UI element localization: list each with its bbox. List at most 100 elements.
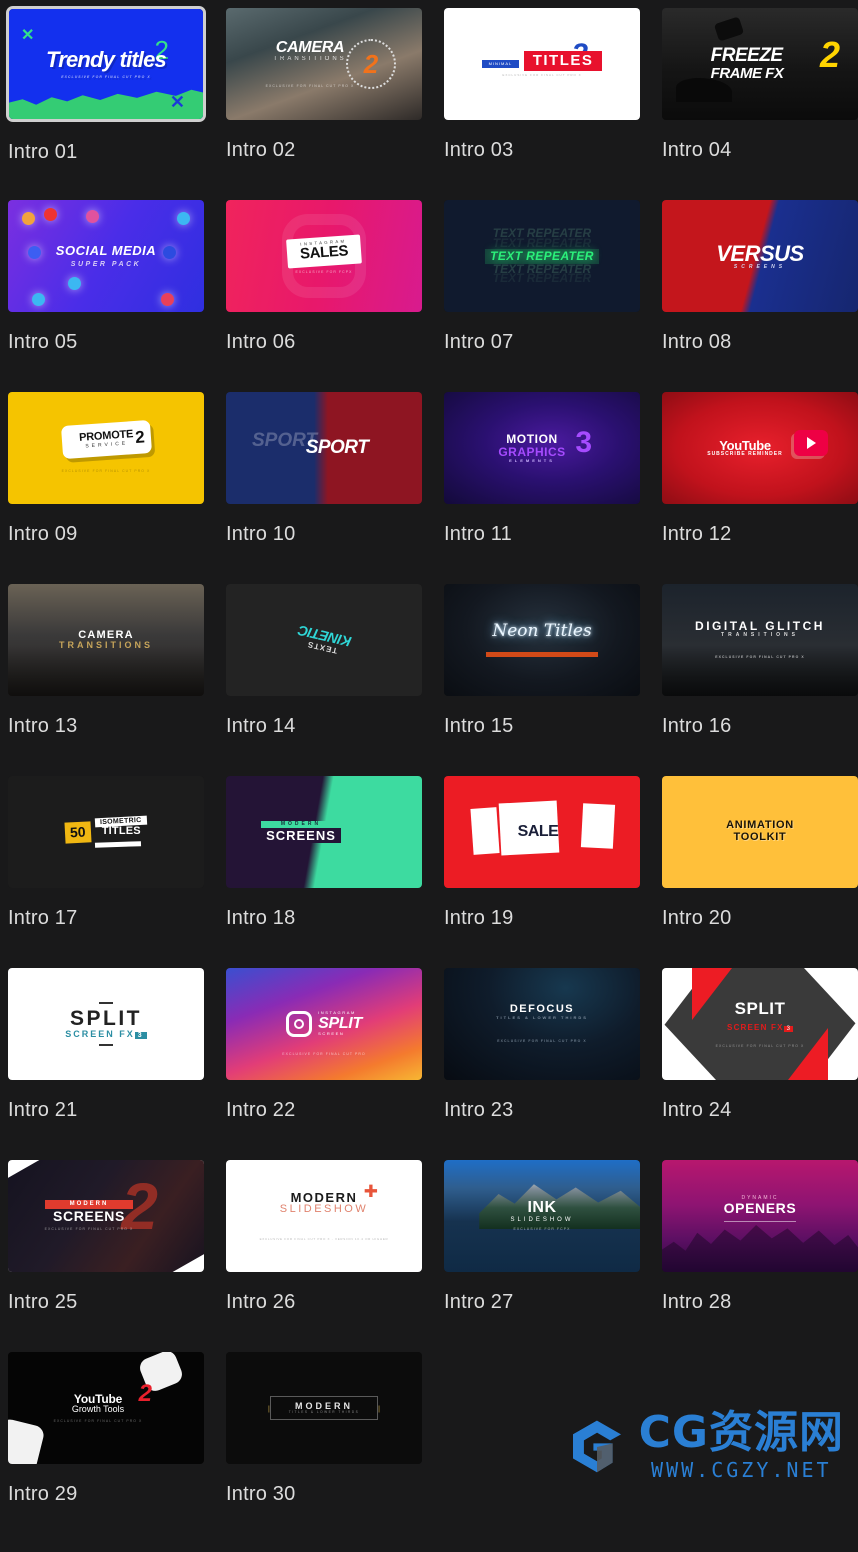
social-bubbles-icon (163, 246, 176, 259)
grid-item-intro-14[interactable]: TEXTS KINETIC Intro 14 (226, 584, 444, 776)
item-label: Intro 02 (226, 139, 296, 161)
thumbnail-intro-26[interactable]: MODERN SLIDESHOW EXCLUSIVE FOR FINAL CUT… (226, 1160, 422, 1272)
item-label: Intro 06 (226, 331, 296, 353)
thumbnail-intro-11[interactable]: MOTION GRAPHICS ELEMENTS 3 (444, 392, 640, 504)
thumbnail-intro-12[interactable]: YouTube SUBSCRIBE REMINDER (662, 392, 858, 504)
item-label: Intro 23 (444, 1099, 514, 1121)
thumb-number: 2 (363, 48, 379, 79)
grid-item-intro-11[interactable]: MOTION GRAPHICS ELEMENTS 3 Intro 11 (444, 392, 662, 584)
grid-item-intro-29[interactable]: YouTube Growth Tools EXCLUSIVE FOR FINAL… (8, 1352, 226, 1544)
thumb-title: SPLIT (734, 998, 786, 1018)
thumbnail-intro-06[interactable]: INSTAGRAM SALES EXCLUSIVE FOR FCPX (226, 200, 422, 312)
grid-item-intro-13[interactable]: CAMERA TRANSITIONS Intro 13 (8, 584, 226, 776)
grid-item-intro-28[interactable]: DYNAMIC OPENERS Intro 28 (662, 1160, 858, 1352)
item-label: Intro 18 (226, 907, 296, 929)
grid-item-intro-02[interactable]: CAMERA TRANSITIONS EXCLUSIVE FOR FINAL C… (226, 8, 444, 200)
thumbnail-intro-21[interactable]: SPLIT SCREEN FX 3 (8, 968, 204, 1080)
grid-item-intro-19[interactable]: SALE Intro 19 (444, 776, 662, 968)
thumbnail-intro-10[interactable]: SPORT SPORT (226, 392, 422, 504)
thumb-title: SCREENS (261, 827, 341, 844)
social-bubbles-icon (86, 210, 99, 223)
thumbnail-intro-08[interactable]: VERSUS SCREENS (662, 200, 858, 312)
thumb-subtitle: TRANSITIONS (58, 640, 153, 651)
grid-item-intro-17[interactable]: 50 ISOMETRIC TITLES Intro 17 (8, 776, 226, 968)
thumbnail-intro-15[interactable]: Neon Titles (444, 584, 640, 696)
x-mark-icon: ✕ (21, 27, 35, 44)
thumb-number: 2 (134, 427, 145, 447)
thumb-title: SOCIAL MEDIA (55, 243, 157, 258)
x-mark-icon: ✕ (169, 92, 185, 112)
grid-item-intro-16[interactable]: DIGITAL GLITCH TRANSITIONS EXCLUSIVE FOR… (662, 584, 858, 776)
thumbnail-intro-28[interactable]: DYNAMIC OPENERS (662, 1160, 858, 1272)
grid-item-intro-27[interactable]: INK SLIDESHOW EXCLUSIVE FOR FCPX Intro 2… (444, 1160, 662, 1352)
item-label: Intro 29 (8, 1483, 78, 1505)
underline-shape (95, 841, 142, 848)
thumb-title: YouTube (719, 437, 771, 453)
thumbnail-intro-09[interactable]: PROMOTE SERVICE 2 EXCLUSIVE FOR FINAL CU… (8, 392, 204, 504)
thumbnail-intro-22[interactable]: INSTAGRAM SPLIT SCREEN EXCLUSIVE FOR FIN… (226, 968, 422, 1080)
item-label: Intro 03 (444, 139, 514, 161)
thumb-title: TITLES (523, 51, 603, 71)
thumbnail-intro-20[interactable]: ANIMATION TOOLKIT (662, 776, 858, 888)
grid-item-intro-08[interactable]: VERSUS SCREENS Intro 08 (662, 200, 858, 392)
item-label: Intro 16 (662, 715, 732, 737)
grid-item-intro-07[interactable]: TEXT REPEATER TEXT REPEATER TEXT REPEATE… (444, 200, 662, 392)
thumbnail-intro-19[interactable]: SALE (444, 776, 640, 888)
thumb-sub: EXCLUSIVE FOR FINAL CUT PRO X (61, 75, 151, 80)
thumbnail-intro-18[interactable]: MODERN SCREENS (226, 776, 422, 888)
thumbnail-intro-16[interactable]: DIGITAL GLITCH TRANSITIONS EXCLUSIVE FOR… (662, 584, 858, 696)
item-label: Intro 21 (8, 1099, 78, 1121)
social-bubbles-icon (28, 246, 41, 259)
thumbnail-intro-02[interactable]: CAMERA TRANSITIONS EXCLUSIVE FOR FINAL C… (226, 8, 422, 120)
grid-item-intro-26[interactable]: MODERN SLIDESHOW EXCLUSIVE FOR FINAL CUT… (226, 1160, 444, 1352)
grid-item-intro-01[interactable]: ✕ ✕ Trendy titles EXCLUSIVE FOR FINAL CU… (6, 6, 226, 200)
thumb-subtitle: SCREEN FX (65, 1029, 135, 1040)
social-bubbles-icon (177, 212, 190, 225)
item-label: Intro 11 (444, 523, 512, 545)
grid-item-intro-10[interactable]: SPORT SPORT Intro 10 (226, 392, 444, 584)
grid-item-intro-25[interactable]: 2 MODERN SCREENS EXCLUSIVE FOR FINAL CUT… (8, 1160, 226, 1352)
grid-item-intro-09[interactable]: PROMOTE SERVICE 2 EXCLUSIVE FOR FINAL CU… (8, 392, 226, 584)
grid-item-intro-15[interactable]: Neon Titles Intro 15 (444, 584, 662, 776)
watermark-url: WWW.CGZY.NET (651, 1458, 832, 1482)
grid-item-intro-24[interactable]: SPLIT SCREEN FX 3 EXCLUSIVE FOR FINAL CUT… (662, 968, 858, 1160)
grid-item-intro-04[interactable]: FREEZE FRAME FX 2 Intro 04 (662, 8, 858, 200)
thumbnail-intro-07[interactable]: TEXT REPEATER TEXT REPEATER TEXT REPEATE… (444, 200, 640, 312)
thumbnail-intro-05[interactable]: SOCIAL MEDIA SUPER PACK (8, 200, 204, 312)
item-label: Intro 25 (8, 1291, 78, 1313)
tick-marker-icon: | (378, 1406, 380, 1413)
speech-bubble-icon: PROMOTE SERVICE 2 (60, 419, 152, 459)
grid-item-intro-18[interactable]: MODERN SCREENS Intro 18 (226, 776, 444, 968)
thumbnail-intro-25[interactable]: 2 MODERN SCREENS EXCLUSIVE FOR FINAL CUT… (8, 1160, 204, 1272)
thumbnail-intro-17[interactable]: 50 ISOMETRIC TITLES (8, 776, 204, 888)
thumb-number: 3 (134, 1032, 147, 1040)
grid-item-intro-30[interactable]: | | MODERN TITLES & LOWER THIRDS Intro 3… (226, 1352, 444, 1544)
grid-item-intro-06[interactable]: INSTAGRAM SALES EXCLUSIVE FOR FCPX Intro… (226, 200, 444, 392)
thumb-title: INK (527, 1199, 557, 1217)
thumbnail-intro-29[interactable]: YouTube Growth Tools EXCLUSIVE FOR FINAL… (8, 1352, 204, 1464)
grid-item-intro-22[interactable]: INSTAGRAM SPLIT SCREEN EXCLUSIVE FOR FIN… (226, 968, 444, 1160)
watermark-title: CG资源网 (638, 1407, 844, 1458)
thumb-sub: EXCLUSIVE FOR FINAL CUT PRO X (497, 1039, 587, 1044)
thumbnail-intro-27[interactable]: INK SLIDESHOW EXCLUSIVE FOR FCPX (444, 1160, 640, 1272)
grid-item-intro-12[interactable]: YouTube SUBSCRIBE REMINDER Intro 12 (662, 392, 858, 584)
thumb-title-ghost: TEXT REPEATER (492, 271, 592, 286)
thumbnail-intro-30[interactable]: | | MODERN TITLES & LOWER THIRDS (226, 1352, 422, 1464)
grid-item-intro-20[interactable]: ANIMATION TOOLKIT Intro 20 (662, 776, 858, 968)
thumb-sub: EXCLUSIVE FOR FINAL CUT PRO X (61, 468, 151, 473)
thumbnail-intro-23[interactable]: DEFOCUS TITLES & LOWER THIRDS EXCLUSIVE … (444, 968, 640, 1080)
thumbnail-intro-13[interactable]: CAMERA TRANSITIONS (8, 584, 204, 696)
grid-item-intro-23[interactable]: DEFOCUS TITLES & LOWER THIRDS EXCLUSIVE … (444, 968, 662, 1160)
grid-item-intro-21[interactable]: SPLIT SCREEN FX 3 Intro 21 (8, 968, 226, 1160)
thumbnail-intro-24[interactable]: SPLIT SCREEN FX 3 EXCLUSIVE FOR FINAL CUT… (662, 968, 858, 1080)
thumbnail-intro-01[interactable]: ✕ ✕ Trendy titles EXCLUSIVE FOR FINAL CU… (6, 6, 206, 122)
thumb-subtitle: TOOLKIT (733, 831, 787, 843)
social-bubbles-icon (161, 293, 174, 306)
thumbnail-intro-14[interactable]: TEXTS KINETIC (226, 584, 422, 696)
thumb-number: 3 (783, 1025, 793, 1032)
grid-item-intro-05[interactable]: SOCIAL MEDIA SUPER PACK Intro 05 (8, 200, 226, 392)
thumb-title: OPENERS (723, 1200, 797, 1217)
thumbnail-intro-03[interactable]: MINIMAL TITLES EXCLUSIVE FOR FINAL CUT P… (444, 8, 640, 120)
grid-item-intro-03[interactable]: MINIMAL TITLES EXCLUSIVE FOR FINAL CUT P… (444, 8, 662, 200)
thumbnail-intro-04[interactable]: FREEZE FRAME FX 2 (662, 8, 858, 120)
